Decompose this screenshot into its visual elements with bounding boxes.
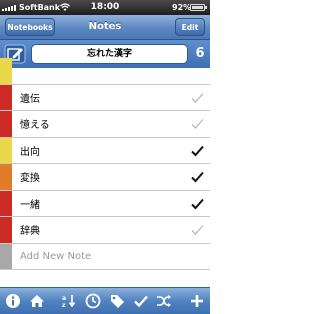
sort-icon[interactable]: a z bbox=[61, 293, 77, 309]
note-title: 一緒 bbox=[20, 199, 40, 211]
clock-icon[interactable] bbox=[85, 293, 101, 309]
info-icon[interactable] bbox=[5, 293, 21, 309]
note-color-tag bbox=[0, 217, 12, 243]
completion-checkmark-icon[interactable] bbox=[191, 92, 204, 104]
notes-list: 遺伝憶える出向変換一緒辞典 Add New Note bbox=[0, 58, 210, 287]
tag-icon[interactable] bbox=[109, 293, 125, 309]
note-color-tag bbox=[0, 111, 12, 137]
home-icon[interactable] bbox=[29, 293, 45, 309]
svg-text:z: z bbox=[62, 302, 66, 309]
note-color-tag bbox=[0, 164, 12, 190]
add-new-note-row[interactable]: Add New Note bbox=[0, 243, 210, 270]
note-color-tag bbox=[0, 137, 12, 163]
note-color-tag bbox=[0, 58, 12, 84]
note-row[interactable]: 一緒 bbox=[0, 190, 210, 217]
shuffle-icon[interactable] bbox=[156, 293, 172, 309]
note-row[interactable]: 変換 bbox=[0, 164, 210, 191]
bottom-toolbar: a z bbox=[0, 287, 210, 314]
note-row[interactable]: 遺伝 bbox=[0, 84, 210, 111]
note-title: 遺伝 bbox=[20, 93, 40, 105]
note-row[interactable]: 憶える bbox=[0, 111, 210, 138]
back-button-label: Notebooks bbox=[7, 23, 53, 32]
note-color-tag bbox=[0, 190, 12, 216]
add-icon[interactable] bbox=[189, 293, 205, 309]
check-icon[interactable] bbox=[133, 293, 149, 309]
note-title: 変換 bbox=[20, 173, 40, 185]
completion-checkmark-icon[interactable] bbox=[191, 171, 204, 183]
note-row[interactable]: 出向 bbox=[0, 137, 210, 164]
note-color-tag bbox=[0, 84, 12, 110]
navigation-bar: Notes Notebooks Edit bbox=[0, 15, 210, 40]
notes-screen: SoftBank 18:00 92% Notes Notebooks Edit … bbox=[0, 0, 210, 314]
status-bar: SoftBank 18:00 92% bbox=[0, 0, 210, 15]
svg-text:a: a bbox=[62, 295, 66, 302]
completion-checkmark-icon[interactable] bbox=[191, 224, 204, 236]
edit-button[interactable]: Edit bbox=[175, 18, 205, 36]
note-title: 出向 bbox=[20, 146, 40, 158]
note-row[interactable]: 辞典 bbox=[0, 217, 210, 244]
completion-checkmark-icon[interactable] bbox=[191, 145, 204, 157]
note-title: 辞典 bbox=[20, 226, 40, 238]
notebooks-back-button[interactable]: Notebooks bbox=[5, 18, 55, 36]
battery-percentage: 92% bbox=[172, 3, 192, 12]
note-color-tag bbox=[0, 243, 12, 269]
completion-checkmark-icon[interactable] bbox=[191, 198, 204, 210]
note-title: Add New Note bbox=[20, 250, 92, 262]
battery-icon bbox=[190, 4, 207, 11]
note-row[interactable] bbox=[0, 58, 210, 85]
note-title: 憶える bbox=[20, 120, 50, 132]
completion-checkmark-icon[interactable] bbox=[191, 118, 204, 130]
